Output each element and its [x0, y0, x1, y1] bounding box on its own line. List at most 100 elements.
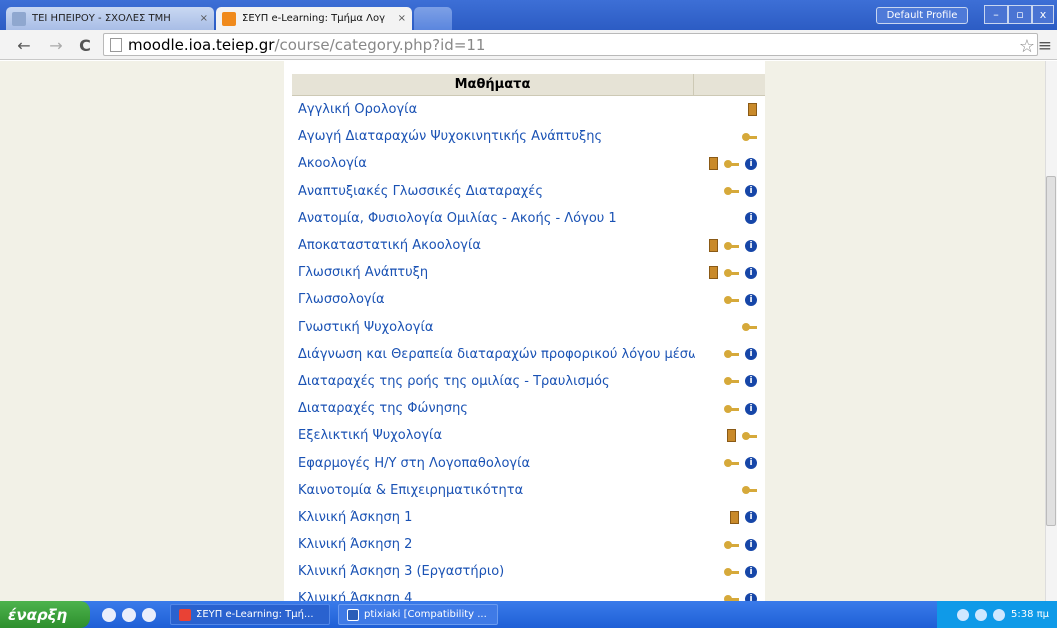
quick-launch-icon[interactable] — [122, 607, 136, 622]
course-info-icon[interactable]: i — [745, 511, 757, 524]
moodle-favicon-icon — [222, 11, 236, 26]
url-path: /course/category.php?id=11 — [274, 35, 486, 54]
courses-header-icons — [694, 74, 765, 95]
chrome-icon — [179, 608, 191, 621]
enrolment-key-icon — [742, 431, 757, 440]
system-tray: 5:38 πμ — [937, 601, 1057, 628]
course-info-icon[interactable]: i — [745, 592, 757, 601]
course-info-icon[interactable]: i — [745, 185, 757, 198]
course-link[interactable]: Κλινική Άσκηση 2 — [292, 537, 695, 552]
course-link[interactable]: Κλινική Άσκηση 3 (Εργαστήριο) — [292, 564, 695, 579]
tab-seyp-elearning[interactable]: ΣΕΥΠ e-Learning: Τμήμα Λογ × — [216, 7, 412, 30]
course-row: Κλινική Άσκηση 1 i — [292, 504, 765, 531]
minimize-button[interactable]: – — [984, 5, 1008, 24]
course-icons: i — [695, 375, 765, 388]
course-link[interactable]: Γλωσσική Ανάπτυξη — [292, 265, 695, 280]
course-link[interactable]: Αγωγή Διαταραχών Ψυχοκινητικής Ανάπτυξης — [292, 129, 695, 144]
close-tab-icon[interactable]: × — [200, 13, 208, 24]
course-info-icon[interactable]: i — [745, 212, 757, 225]
course-info-icon[interactable]: i — [745, 457, 757, 470]
profile-button[interactable]: Default Profile — [876, 7, 968, 24]
tray-icon[interactable] — [974, 608, 987, 621]
course-icons — [695, 132, 765, 141]
tab-title: ΣΕΥΠ e-Learning: Τμήμα Λογ — [242, 13, 385, 24]
course-row: Αγγλική Ορολογία — [292, 96, 765, 123]
site-favicon-icon — [12, 11, 26, 26]
word-icon — [347, 608, 359, 621]
course-row: Διαταραχές της ροής της ομιλίας - Τραυλι… — [292, 368, 765, 395]
course-link[interactable]: Ανατομία, Φυσιολογία Ομιλίας - Ακοής - Λ… — [292, 211, 695, 226]
quick-launch — [102, 607, 156, 622]
reload-button[interactable]: C — [75, 35, 95, 55]
course-link[interactable]: Εφαρμογές Η/Υ στη Λογοπαθολογία — [292, 456, 695, 471]
course-link[interactable]: Αποκαταστατική Ακοολογία — [292, 238, 695, 253]
quick-launch-icon[interactable] — [142, 607, 156, 622]
course-info-icon[interactable]: i — [745, 239, 757, 252]
close-tab-icon[interactable]: × — [398, 13, 406, 24]
taskbar-item-label: ΣΕΥΠ e-Learning: Τμή... — [196, 609, 314, 620]
course-info-icon[interactable]: i — [745, 402, 757, 415]
course-link[interactable]: Καινοτομία & Επιχειρηματικότητα — [292, 483, 695, 498]
course-row: Γλωσσική Ανάπτυξη i — [292, 259, 765, 286]
guest-access-icon — [748, 103, 757, 117]
course-info-icon[interactable]: i — [745, 266, 757, 279]
back-button[interactable]: ← — [14, 35, 34, 55]
course-link[interactable]: Ακοολογία — [292, 156, 695, 171]
address-bar[interactable]: moodle.ioa.teiep.gr /course/category.php… — [103, 33, 1038, 56]
right-column — [765, 61, 1045, 601]
course-icons — [695, 323, 765, 332]
course-link[interactable]: Κλινική Άσκηση 4 — [292, 591, 695, 601]
courses-list: Αγγλική Ορολογία Αγωγή Διαταραχών Ψυχοκιν… — [292, 96, 765, 601]
new-tab-button[interactable] — [414, 7, 452, 30]
course-link[interactable]: Εξελικτική Ψυχολογία — [292, 428, 695, 443]
quick-launch-icon[interactable] — [102, 607, 116, 622]
course-link[interactable]: Αναπτυξιακές Γλωσσικές Διαταραχές — [292, 184, 695, 199]
forward-button[interactable]: → — [46, 35, 66, 55]
course-link[interactable]: Γνωστική Ψυχολογία — [292, 320, 695, 335]
course-info-icon[interactable]: i — [745, 157, 757, 170]
course-row: Κλινική Άσκηση 3 (Εργαστήριο) i — [292, 558, 765, 585]
chrome-menu-icon[interactable]: ≡ — [1038, 36, 1052, 56]
start-button[interactable]: έναρξη — [0, 601, 90, 628]
course-info-icon[interactable]: i — [745, 375, 757, 388]
course-info-icon[interactable]: i — [745, 565, 757, 578]
course-info-icon[interactable]: i — [745, 538, 757, 551]
enrolment-key-icon — [724, 350, 739, 359]
course-info-icon[interactable]: i — [745, 348, 757, 361]
course-icons: i — [695, 212, 765, 225]
guest-access-icon — [730, 510, 739, 524]
enrolment-key-icon — [724, 459, 739, 468]
clock[interactable]: 5:38 πμ — [1011, 609, 1049, 620]
course-row: Διάγνωση και Θεραπεία διαταραχών προφορι… — [292, 341, 765, 368]
tray-icon[interactable] — [992, 608, 1005, 621]
course-info-icon[interactable]: i — [745, 293, 757, 306]
course-link[interactable]: Διαταραχές της ροής της ομιλίας - Τραυλι… — [292, 374, 695, 389]
tab-tei-ipeirou[interactable]: ΤΕΙ ΗΠΕΙΡΟΥ - ΣΧΟΛΕΣ ΤΜΗ × — [6, 7, 214, 30]
course-link[interactable]: Διάγνωση και Θεραπεία διαταραχών προφορι… — [292, 347, 695, 362]
taskbar-item-label: ptixiaki [Compatibility ... — [364, 609, 487, 620]
scrollbar-thumb[interactable] — [1046, 176, 1056, 526]
taskbar-item-word[interactable]: ptixiaki [Compatibility ... — [338, 604, 498, 625]
course-row: Ανατομία, Φυσιολογία Ομιλίας - Ακοής - Λ… — [292, 205, 765, 232]
course-icons: i — [695, 348, 765, 361]
close-window-button[interactable]: x — [1032, 5, 1054, 24]
windows-taskbar: έναρξη ΣΕΥΠ e-Learning: Τμή... ptixiaki … — [0, 601, 1057, 628]
maximize-button[interactable]: ▫ — [1008, 5, 1032, 24]
scrollbar[interactable] — [1045, 61, 1057, 601]
enrolment-key-icon — [742, 323, 757, 332]
course-link[interactable]: Κλινική Άσκηση 1 — [292, 510, 695, 525]
tray-icon[interactable] — [956, 608, 969, 621]
course-row: Κλινική Άσκηση 4 i — [292, 585, 765, 601]
page-content: Μαθήματα Αγγλική Ορολογία Αγωγή Διαταραχώ… — [0, 61, 1057, 601]
course-icons: i — [695, 510, 765, 524]
taskbar-item-chrome[interactable]: ΣΕΥΠ e-Learning: Τμή... — [170, 604, 330, 625]
left-column — [0, 61, 284, 601]
browser-toolbar: ← → C moodle.ioa.teiep.gr /course/catego… — [0, 30, 1057, 60]
course-link[interactable]: Διαταραχές της Φώνησης — [292, 401, 695, 416]
enrolment-key-icon — [724, 295, 739, 304]
course-icons: i — [695, 157, 765, 171]
bookmark-star-icon[interactable]: ☆ — [1019, 36, 1035, 57]
course-link[interactable]: Γλωσσολογία — [292, 292, 695, 307]
enrolment-key-icon — [742, 486, 757, 495]
course-link[interactable]: Αγγλική Ορολογία — [292, 102, 695, 117]
